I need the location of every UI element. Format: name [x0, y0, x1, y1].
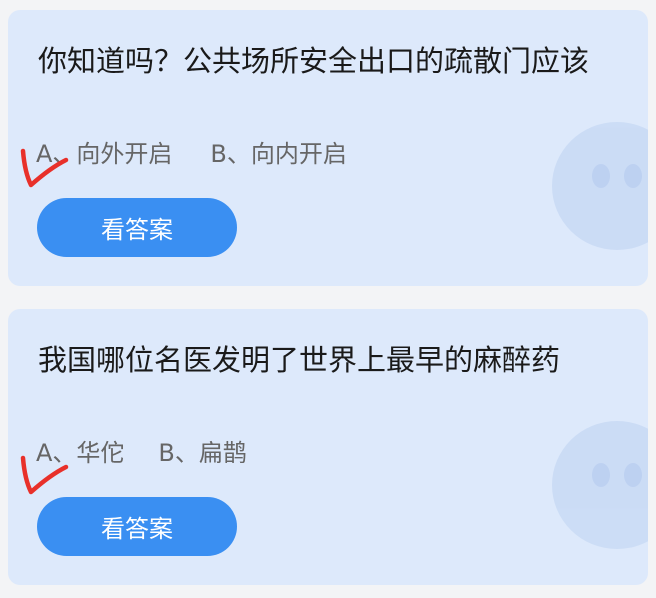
handwritten-checkmark-icon	[20, 455, 69, 495]
mascot-watermark-icon	[552, 421, 648, 549]
quiz-card: 你知道吗？公共场所安全出口的疏散门应该 A、向外开启 B、向内开启 看答案	[8, 10, 648, 286]
show-answer-button[interactable]: 看答案	[37, 497, 237, 556]
show-answer-button[interactable]: 看答案	[37, 198, 237, 257]
question-text: 你知道吗？公共场所安全出口的疏散门应该	[38, 44, 590, 78]
question-text: 我国哪位名医发明了世界上最早的麻醉药	[38, 343, 561, 377]
mascot-watermark-icon	[552, 122, 648, 250]
quiz-card: 我国哪位名医发明了世界上最早的麻醉药 A、华佗 B、扁鹊 看答案	[8, 309, 648, 585]
option-b: B、向内开启	[210, 140, 347, 168]
handwritten-checkmark-icon	[20, 148, 69, 188]
answer-options: A、向外开启 B、向内开启	[36, 134, 347, 169]
option-b: B、扁鹊	[158, 439, 247, 467]
